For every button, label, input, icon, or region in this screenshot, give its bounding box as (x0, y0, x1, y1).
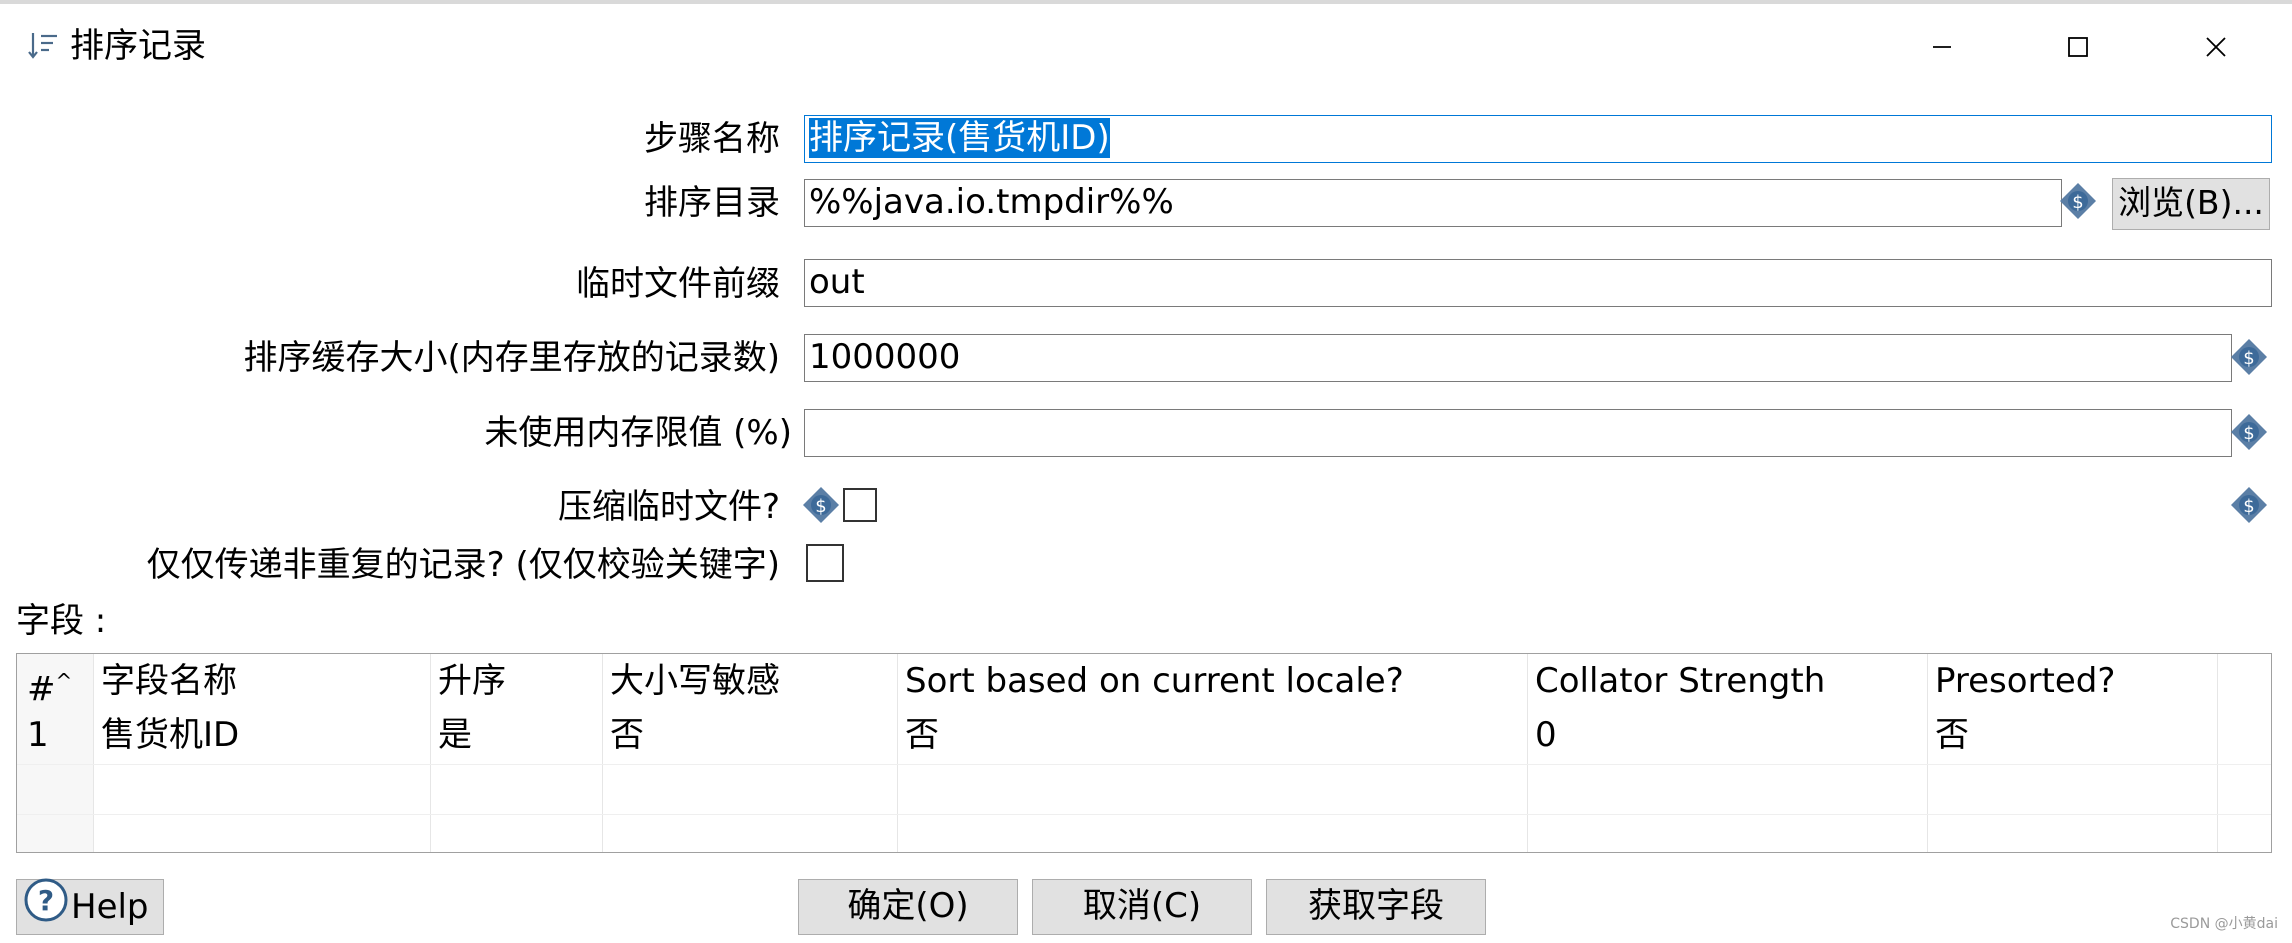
fields-table: #^ 字段名称 升序 大小写敏感 Sort based on current l… (16, 653, 2272, 853)
variable-icon[interactable]: $ (802, 486, 840, 524)
collator-strength-cell[interactable]: 0 (1527, 710, 1927, 760)
maximize-button[interactable] (2048, 22, 2108, 72)
svg-text:?: ? (38, 884, 54, 917)
sort-size-label: 排序缓存大小(内存里存放的记录数) (243, 338, 780, 378)
sort-dir-label: 排序目录 (644, 183, 780, 223)
step-name-value: 排序记录(售货机ID) (809, 118, 1110, 158)
presorted-cell[interactable]: 否 (1927, 710, 2217, 760)
temp-prefix-value: out (809, 262, 865, 302)
column-header-presorted[interactable]: Presorted? (1927, 656, 2217, 706)
compress-label: 压缩临时文件? (557, 487, 780, 527)
sort-size-value: 1000000 (809, 337, 961, 377)
help-label: Help (71, 887, 149, 927)
column-header-collator-strength[interactable]: Collator Strength (1527, 656, 1927, 706)
free-memory-label: 未使用内存限值 (%) (484, 413, 792, 453)
browse-button[interactable]: 浏览(B)... (2112, 178, 2270, 230)
column-header-number[interactable]: #^ (19, 656, 93, 709)
compress-checkbox[interactable] (843, 488, 877, 522)
field-name-cell[interactable]: 售货机ID (93, 710, 430, 760)
row-number: 1 (27, 715, 49, 755)
column-header-locale[interactable]: Sort based on current locale? (897, 656, 1527, 706)
svg-text:$: $ (2072, 192, 2083, 213)
ascending-cell[interactable]: 是 (430, 710, 602, 760)
minimize-button[interactable] (1912, 22, 1972, 72)
temp-prefix-input[interactable]: out (804, 259, 2272, 307)
unique-rows-label: 仅仅传递非重复的记录? (仅仅校验关键字) (146, 545, 780, 585)
watermark: CSDN @小黄dai (2170, 916, 2278, 932)
svg-text:$: $ (2243, 423, 2254, 444)
svg-text:$: $ (2243, 348, 2254, 369)
cancel-button[interactable]: 取消(C) (1032, 879, 1252, 935)
variable-icon[interactable]: $ (2230, 413, 2268, 451)
case-sensitive-cell[interactable]: 否 (602, 710, 897, 760)
column-header-case-sensitive[interactable]: 大小写敏感 (602, 656, 897, 706)
close-icon (2206, 37, 2226, 57)
variable-icon[interactable]: $ (2230, 338, 2268, 376)
free-memory-input[interactable] (804, 409, 2232, 457)
locale-cell[interactable]: 否 (897, 710, 1527, 760)
table-row[interactable]: 1 售货机ID 是 否 否 0 否 (17, 710, 2270, 760)
step-name-label: 步骤名称 (644, 119, 780, 159)
unique-rows-checkbox[interactable] (806, 544, 844, 582)
svg-text:$: $ (815, 496, 826, 517)
column-header-field-name[interactable]: 字段名称 (93, 656, 430, 706)
step-name-input[interactable]: 排序记录(售货机ID) (804, 115, 2272, 163)
sort-dir-input[interactable]: %%java.io.tmpdir%% (804, 179, 2062, 227)
window-title: 排序记录 (70, 26, 206, 66)
svg-text:$: $ (2243, 496, 2254, 517)
column-header-ascending[interactable]: 升序 (430, 656, 602, 706)
temp-prefix-label: 临时文件前缀 (576, 264, 780, 304)
ok-button[interactable]: 确定(O) (798, 879, 1018, 935)
help-icon: ? (23, 877, 69, 938)
sort-size-input[interactable]: 1000000 (804, 334, 2232, 382)
get-fields-button[interactable]: 获取字段 (1266, 879, 1486, 935)
minimize-icon (1933, 46, 1951, 48)
sort-icon (26, 28, 60, 62)
close-button[interactable] (2186, 22, 2246, 72)
help-button[interactable]: ? Help (16, 877, 164, 938)
variable-icon[interactable]: $ (2230, 486, 2268, 524)
sort-dir-value: %%java.io.tmpdir%% (809, 182, 1174, 222)
fields-section-label: 字段 : (16, 601, 107, 641)
table-header-row: #^ 字段名称 升序 大小写敏感 Sort based on current l… (17, 656, 2270, 709)
variable-icon[interactable]: $ (2059, 182, 2097, 220)
title-bar: 排序记录 (0, 4, 2292, 84)
maximize-icon (2068, 37, 2088, 57)
